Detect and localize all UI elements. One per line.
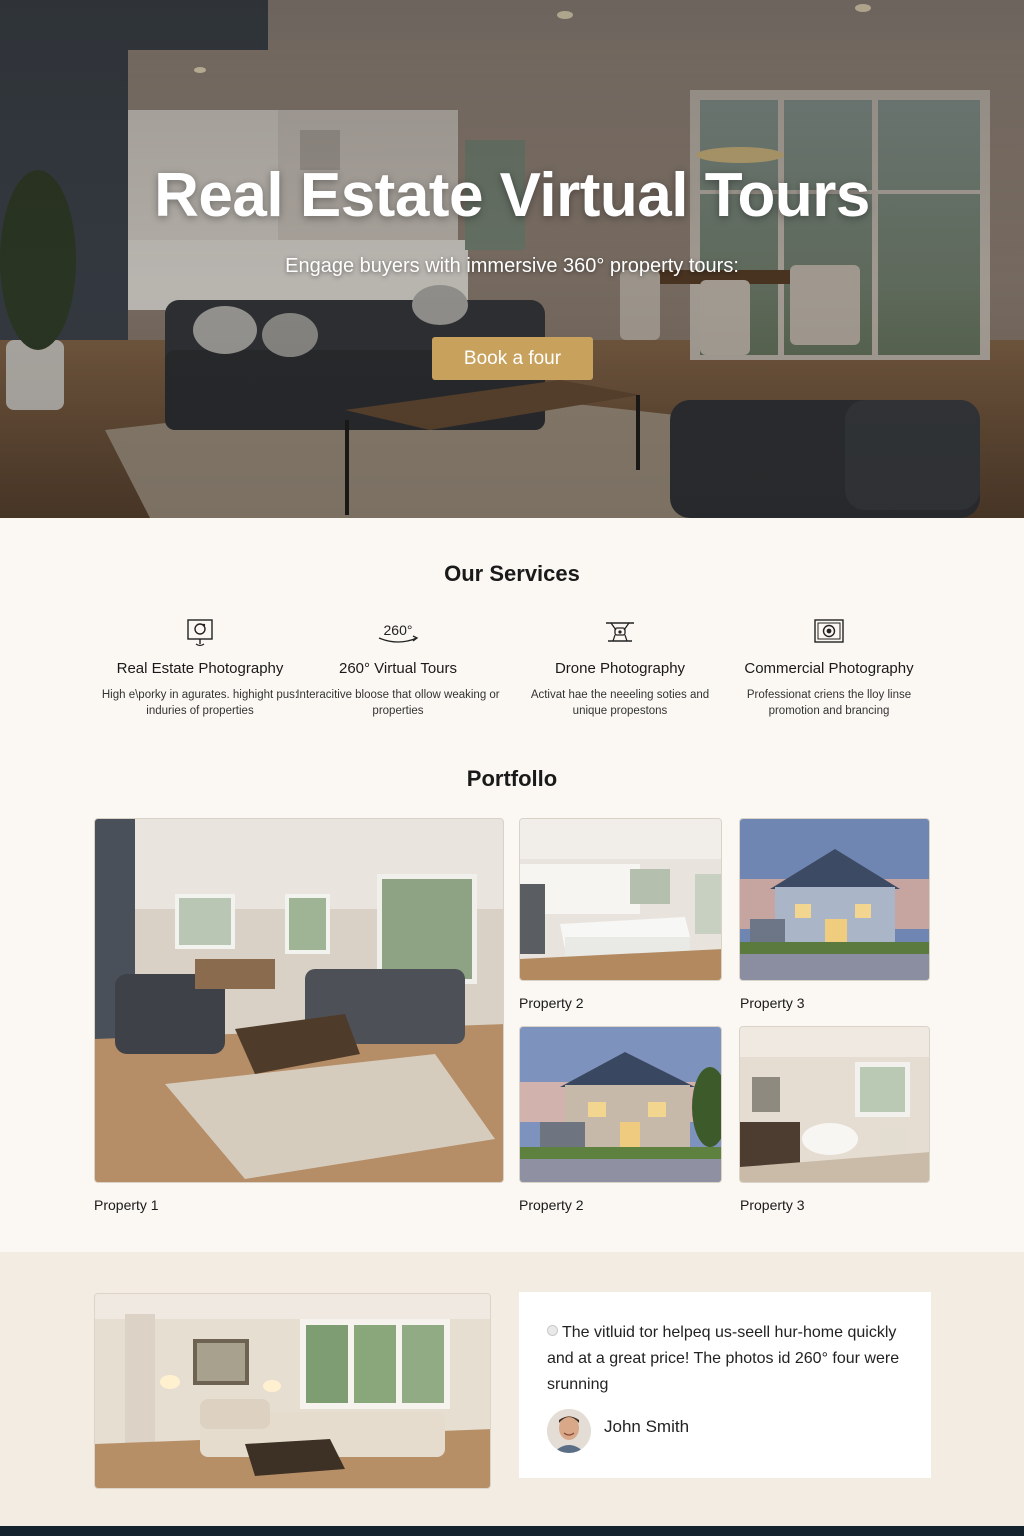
- hero-title: Real Estate Virtual Tours: [154, 161, 870, 230]
- commercial-camera-icon: [719, 616, 939, 648]
- hero-subtitle: Engage buyers with immersive 360° proper…: [285, 255, 739, 277]
- service-real-estate-photography: Real Estate Photography High e\porky in …: [90, 616, 310, 719]
- portfolio-photo-bathroom[interactable]: [739, 1026, 930, 1183]
- testimonial-photo: [94, 1293, 491, 1489]
- portfolio-photo-house-exterior[interactable]: [739, 818, 930, 981]
- portfolio-photo-house-front[interactable]: [519, 1026, 722, 1183]
- service-name: Real Estate Photography: [116, 660, 284, 677]
- service-description: Interacitive bloose that ollow weaking o…: [296, 689, 500, 717]
- 360-icon-text: 260°: [384, 622, 413, 638]
- testimonial-quote-text: The vitluid tor helpeq us-seell hur-home…: [547, 1324, 900, 1393]
- testimonial-card: The vitluid tor helpeq us-seell hur-home…: [519, 1292, 931, 1478]
- service-drone-photography: Drone Photography Activat hae the neeeli…: [510, 616, 730, 719]
- testimonial-author: John Smith: [604, 1417, 690, 1436]
- footer-bar: [0, 1526, 1024, 1536]
- portfolio-caption: Property 1: [94, 1197, 159, 1213]
- 360-icon: 260°: [288, 616, 508, 648]
- service-name: 260° Virtual Tours: [338, 660, 457, 677]
- hero-section: Real Estate Virtual Tours Engage buyers …: [0, 0, 1024, 518]
- portfolio-photo-kitchen[interactable]: [519, 818, 722, 981]
- portfolio-caption: Property 2: [519, 1197, 584, 1213]
- portfolio-photo-living-room[interactable]: [94, 818, 504, 1183]
- service-description: Activat hae the neeeling soties and uniq…: [530, 689, 710, 717]
- camera-icon: [90, 616, 310, 648]
- book-tour-button[interactable]: Book a four: [432, 337, 593, 380]
- service-commercial-photography: Commercial Photography Professionat crie…: [719, 616, 939, 719]
- portfolio-caption: Property 3: [740, 995, 805, 1011]
- service-virtual-tours: 260° 260° Virtual Tours Interacitive blo…: [288, 616, 508, 719]
- portfolio-caption: Property 3: [740, 1197, 805, 1213]
- service-name: Commercial Photography: [744, 660, 914, 677]
- services-title: Our Services: [444, 561, 580, 586]
- service-description: Professionat criens the lloy linse promo…: [746, 689, 912, 717]
- avatar: [547, 1409, 591, 1453]
- drone-icon: [510, 616, 730, 648]
- testimonial-quote: The vitluid tor helpeq us-seell hur-home…: [547, 1320, 917, 1398]
- quote-bullet-icon: [547, 1325, 558, 1336]
- portfolio-title: Portfollo: [466, 766, 558, 791]
- portfolio-caption: Property 2: [519, 995, 584, 1011]
- service-description: High e\porky in agurates. highight pus: …: [101, 689, 299, 717]
- service-name: Drone Photography: [554, 660, 686, 677]
